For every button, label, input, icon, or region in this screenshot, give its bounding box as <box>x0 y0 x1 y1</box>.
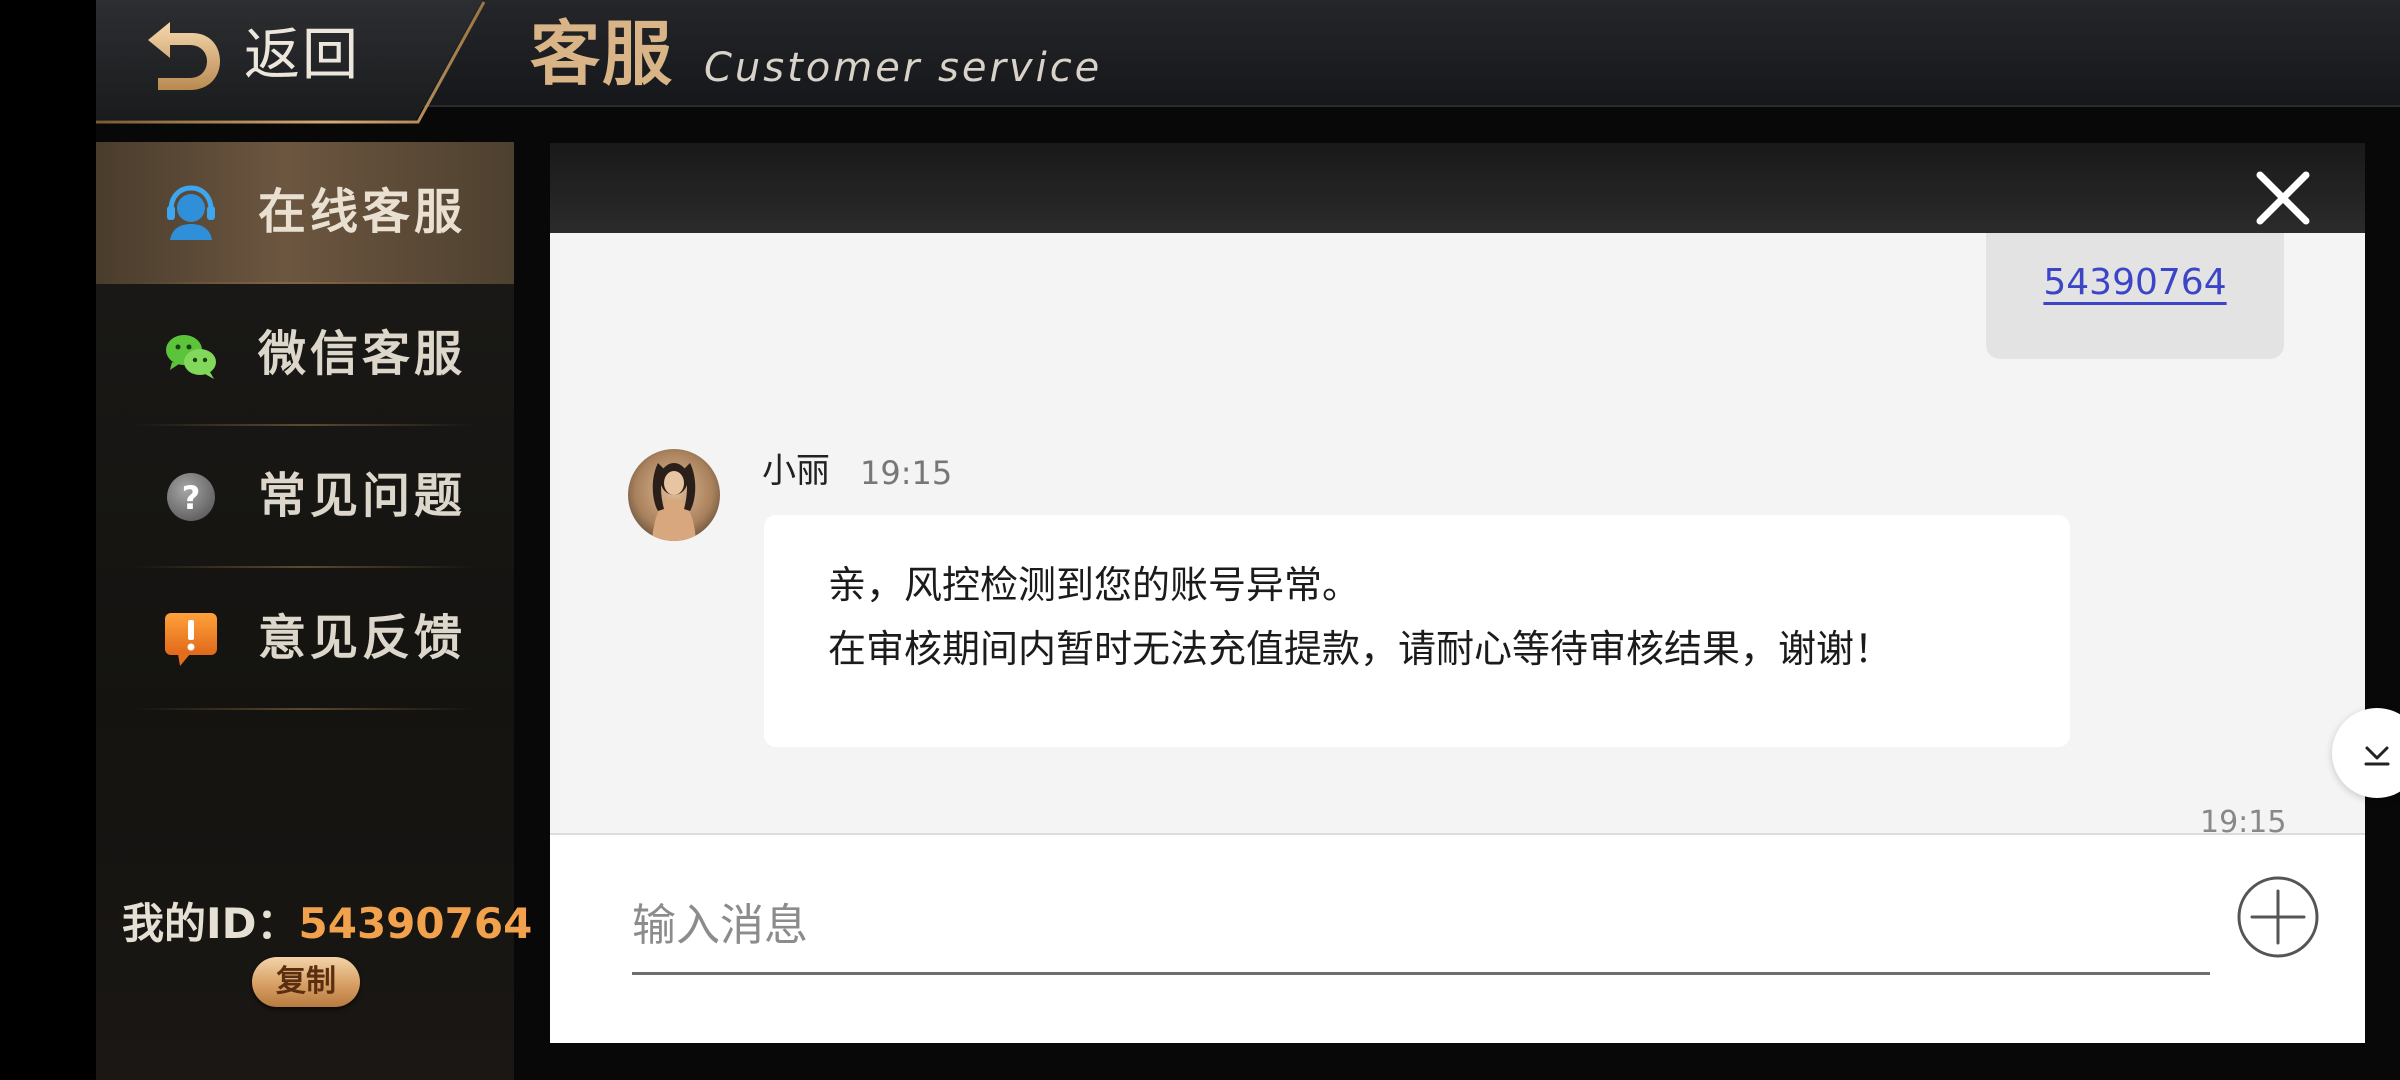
feedback-exclamation-icon <box>165 613 217 666</box>
svg-text:?: ? <box>182 479 201 517</box>
customer-service-headset-icon <box>167 185 215 240</box>
user-message-bubble: 54390764 <box>1986 233 2284 359</box>
back-label: 返回 <box>244 23 360 88</box>
agent-avatar <box>628 449 720 541</box>
sidebar-item-label: 在线客服 <box>258 184 467 240</box>
user-message-link: 54390764 <box>1986 261 2284 305</box>
message-list[interactable]: 54390764 小丽 19:15 亲，风控检测到您的账号异常。 在审核期间内暂… <box>550 233 2365 833</box>
sidebar-item-label: 微信客服 <box>258 326 467 382</box>
page-title: 客服 <box>530 13 674 95</box>
sidebar-item-faq[interactable]: ? 常见问题 <box>96 426 514 568</box>
divider <box>134 708 474 710</box>
back-arrow-icon <box>148 22 220 90</box>
my-id-value: 54390764 <box>298 899 533 948</box>
scroll-to-bottom-button[interactable] <box>2332 708 2400 798</box>
chevron-down-icon <box>2364 746 2390 766</box>
page-subtitle: Customer service <box>704 45 1103 91</box>
agent-message-line: 在审核期间内暂时无法充值提款，请耐心等待审核结果，谢谢！ <box>828 627 1893 671</box>
sidebar-item-label: 意见反馈 <box>258 610 467 666</box>
app-root: 返回 客服 Customer service 在线客服 微信客服 ? 常见问题 … <box>96 0 2400 1080</box>
wechat-icon <box>166 335 216 379</box>
my-id-label: 我的ID： <box>122 899 299 948</box>
agent-message-bubble: 亲，风控检测到您的账号异常。 在审核期间内暂时无法充值提款，请耐心等待审核结果，… <box>764 515 2070 747</box>
agent-avatar-image <box>628 449 720 541</box>
sidebar-item-wechat-service[interactable]: 微信客服 <box>96 284 514 426</box>
sidebar-item-feedback[interactable]: 意见反馈 <box>96 568 514 710</box>
message-input[interactable] <box>632 879 2210 975</box>
sidebar-item-label: 常见问题 <box>258 468 467 524</box>
sidebar-item-online-service[interactable]: 在线客服 <box>96 142 514 284</box>
agent-message-time: 19:15 <box>860 454 953 492</box>
copy-id-button[interactable]: 复制 <box>252 957 360 1007</box>
chat-panel-header <box>550 143 2365 233</box>
back-button[interactable]: 返回 <box>96 0 486 124</box>
user-message-link-text[interactable]: 54390764 <box>2043 262 2226 303</box>
chat-panel: 54390764 小丽 19:15 亲，风控检测到您的账号异常。 在审核期间内暂… <box>550 143 2400 1043</box>
add-attachment-icon[interactable] <box>2236 875 2320 959</box>
agent-name: 小丽 <box>762 451 830 491</box>
my-id-row: 我的ID：54390764 <box>122 894 532 954</box>
message-input-area <box>550 833 2365 1043</box>
top-header: 返回 客服 Customer service <box>96 0 2400 124</box>
question-icon: ? <box>167 473 215 521</box>
sidebar: 在线客服 微信客服 ? 常见问题 意见反馈 我的ID：54390764 复制 <box>96 142 532 1080</box>
agent-message-line: 亲，风控检测到您的账号异常。 <box>828 563 1361 607</box>
close-icon[interactable] <box>2254 169 2312 227</box>
